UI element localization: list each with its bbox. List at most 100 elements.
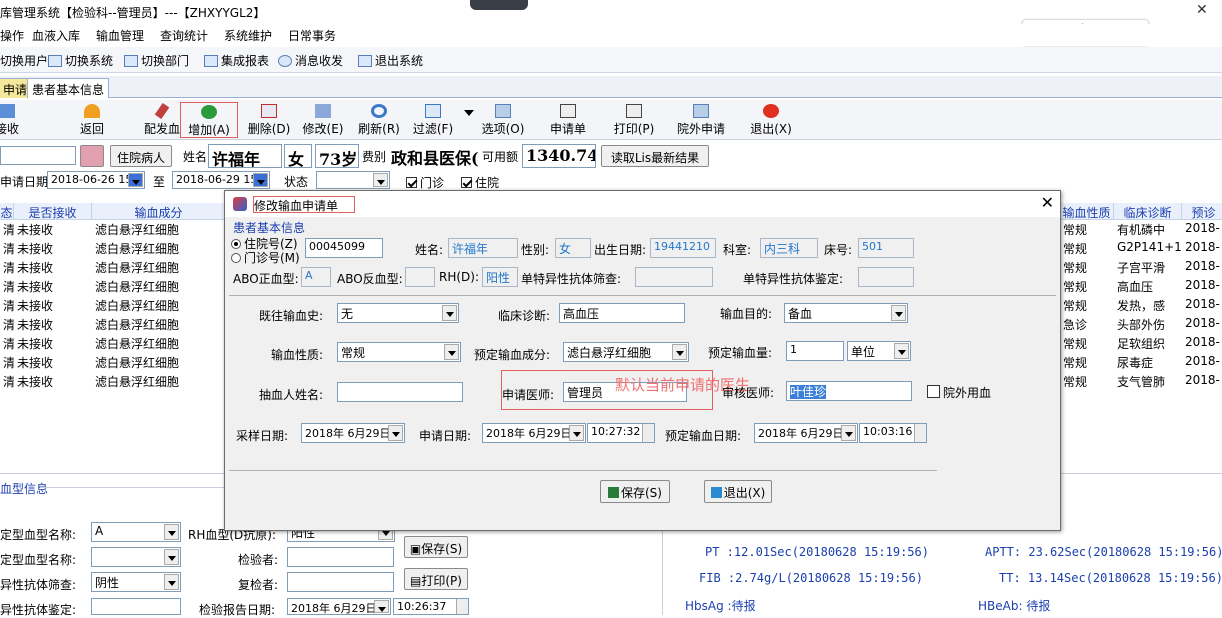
switch-system-button[interactable]: 切换系统 <box>48 52 113 69</box>
table-row-cell[interactable]: 滤白悬浮红细胞 <box>92 354 226 373</box>
antibody-select[interactable]: 阴性 <box>91 572 181 592</box>
reviewer-doc-input[interactable]: 叶佳珍 <box>786 381 912 401</box>
table-row-cell[interactable]: 未接收 <box>14 316 92 335</box>
outside-blood-checkbox[interactable]: 院外用血 <box>927 384 991 401</box>
chevron-down-icon[interactable] <box>128 173 143 187</box>
table-row-cell[interactable]: 清 <box>0 373 14 392</box>
table-row-cell[interactable]: 清 <box>0 335 14 354</box>
table-row-cell[interactable]: 足软组织 <box>1114 335 1182 354</box>
grid-header-left-1[interactable]: 是否接收 <box>14 203 92 220</box>
table-row-cell[interactable]: 清 <box>0 259 14 278</box>
purpose-select[interactable]: 备血 <box>784 303 908 323</box>
table-row-cell[interactable]: 未接收 <box>14 297 92 316</box>
report-date-picker[interactable]: 2018年 6月29日 <box>287 598 391 615</box>
table-row-cell[interactable]: 高血压 <box>1114 278 1182 297</box>
exit-button[interactable]: 退出(X) <box>748 102 794 138</box>
back-button[interactable]: 返回 <box>74 102 110 138</box>
patient-lookup-icon[interactable] <box>80 145 104 167</box>
grid-header-right-0[interactable]: 输血性质 <box>1060 203 1114 220</box>
confirm-type-select[interactable]: A <box>91 522 181 542</box>
table-row-cell[interactable]: 2018- <box>1182 297 1222 316</box>
nature-select[interactable]: 常规 <box>337 342 461 362</box>
patient-type-button[interactable]: 住院病人 <box>110 145 172 167</box>
table-row-cell[interactable]: 支气管肺 <box>1114 373 1182 392</box>
component-select[interactable]: 滤白悬浮红细胞 <box>563 342 689 362</box>
dialog-exit-button[interactable]: 退出(X) <box>704 480 772 503</box>
chevron-down-icon[interactable] <box>444 344 459 360</box>
table-row-cell[interactable]: 常规 <box>1060 373 1114 392</box>
table-row-cell[interactable]: 常规 <box>1060 278 1114 297</box>
dialog-close-icon[interactable]: ✕ <box>1041 193 1054 212</box>
sample-date-picker[interactable]: 2018年 6月29日 <box>301 423 405 443</box>
options-button[interactable]: 选项(O) <box>480 102 526 138</box>
table-row-cell[interactable]: 清 <box>0 278 14 297</box>
plan-time-input[interactable]: 10:03:16 <box>859 423 927 443</box>
table-row-cell[interactable]: 清 <box>0 240 14 259</box>
chevron-down-icon[interactable] <box>569 425 584 441</box>
table-row-cell[interactable]: 2018- <box>1182 278 1222 297</box>
report-button[interactable]: 集成报表 <box>204 52 269 69</box>
outpatient-checkbox[interactable]: 门诊 <box>406 174 444 191</box>
tester-input[interactable] <box>287 547 394 567</box>
spin-icon[interactable] <box>456 599 468 614</box>
diag-input[interactable]: 高血压 <box>559 303 685 323</box>
amount-input[interactable]: 1 <box>786 341 844 361</box>
chevron-down-icon[interactable] <box>164 524 179 540</box>
unit-select[interactable]: 单位 <box>847 341 911 361</box>
grid-header-right-1[interactable]: 临床诊断 <box>1114 203 1182 220</box>
table-row-cell[interactable]: 清 <box>0 297 14 316</box>
add-button[interactable]: 增加(A) <box>180 102 238 138</box>
blood-save-button[interactable]: ▣保存(S) <box>404 536 468 558</box>
apply-date-picker[interactable]: 2018年 6月29日 <box>482 423 586 443</box>
message-button[interactable]: 消息收发 <box>278 52 343 69</box>
chevron-down-icon[interactable] <box>374 600 389 613</box>
close-window-icon[interactable]: ✕ <box>1196 2 1216 18</box>
table-row-cell[interactable]: 未接收 <box>14 373 92 392</box>
date-to-picker[interactable]: 2018-06-29 15 <box>172 171 270 189</box>
table-row-cell[interactable]: 滤白悬浮红细胞 <box>92 278 226 297</box>
table-row-cell[interactable]: 清 <box>0 221 14 240</box>
chevron-down-icon[interactable] <box>894 343 909 359</box>
edit-button[interactable]: 修改(E) <box>298 102 348 138</box>
switch-dept-button[interactable]: 切换部门 <box>124 52 189 69</box>
table-row-cell[interactable]: 滤白悬浮红细胞 <box>92 221 226 240</box>
table-row-cell[interactable]: 清 <box>0 316 14 335</box>
table-row-cell[interactable]: 未接收 <box>14 259 92 278</box>
chevron-down-icon[interactable] <box>891 305 906 321</box>
reviewer-input[interactable] <box>287 572 394 592</box>
outpatient-radio[interactable]: 门诊号(M) <box>231 249 300 266</box>
table-row-cell[interactable]: 2018- <box>1182 373 1222 392</box>
table-row-cell[interactable]: 未接收 <box>14 354 92 373</box>
grid-header-right-2[interactable]: 预诊 <box>1182 203 1222 220</box>
menu-item-query[interactable]: 查询统计 <box>160 27 208 44</box>
switch-user-button[interactable]: 切换用户 <box>0 52 48 69</box>
refresh-button[interactable]: 刷新(R) <box>354 102 404 138</box>
window-handle[interactable] <box>470 0 528 10</box>
table-row-cell[interactable]: 头部外伤 <box>1114 316 1182 335</box>
table-row-cell[interactable]: 2018- <box>1182 354 1222 373</box>
drawer-input[interactable] <box>337 382 463 402</box>
filter-button[interactable]: 过滤(F) <box>410 102 456 138</box>
chevron-down-icon[interactable] <box>672 344 687 360</box>
chevron-down-icon[interactable] <box>253 173 268 187</box>
table-row-cell[interactable]: 常规 <box>1060 221 1114 240</box>
table-row-cell[interactable]: 未接收 <box>14 278 92 297</box>
table-row-cell[interactable]: 滤白悬浮红细胞 <box>92 259 226 278</box>
table-row-cell[interactable]: 清 <box>0 354 14 373</box>
inpatient-no-input[interactable]: 00045099 <box>305 238 383 258</box>
dialog-save-button[interactable]: 保存(S) <box>600 480 670 503</box>
inpatient-checkbox[interactable]: 住院 <box>461 174 499 191</box>
grid-header-left-2[interactable]: 输血成分 <box>92 203 226 220</box>
apply-time-input[interactable]: 10:27:32 <box>587 423 655 443</box>
table-row-cell[interactable]: 常规 <box>1060 354 1114 373</box>
report-time-input[interactable]: 10:26:37 <box>393 598 469 615</box>
apply-form-button[interactable]: 申请单 <box>548 102 588 138</box>
table-row-cell[interactable]: G2P141+1 <box>1114 240 1182 259</box>
date-from-picker[interactable]: 2018-06-26 15 <box>47 171 145 189</box>
table-row-cell[interactable]: 滤白悬浮红细胞 <box>92 316 226 335</box>
delete-button[interactable]: 删除(D) <box>244 102 294 138</box>
filter-dropdown-icon[interactable] <box>462 102 476 138</box>
history-select[interactable]: 无 <box>337 303 459 323</box>
table-row-cell[interactable]: 2018- <box>1182 335 1222 354</box>
table-row-cell[interactable]: 滤白悬浮红细胞 <box>92 335 226 354</box>
